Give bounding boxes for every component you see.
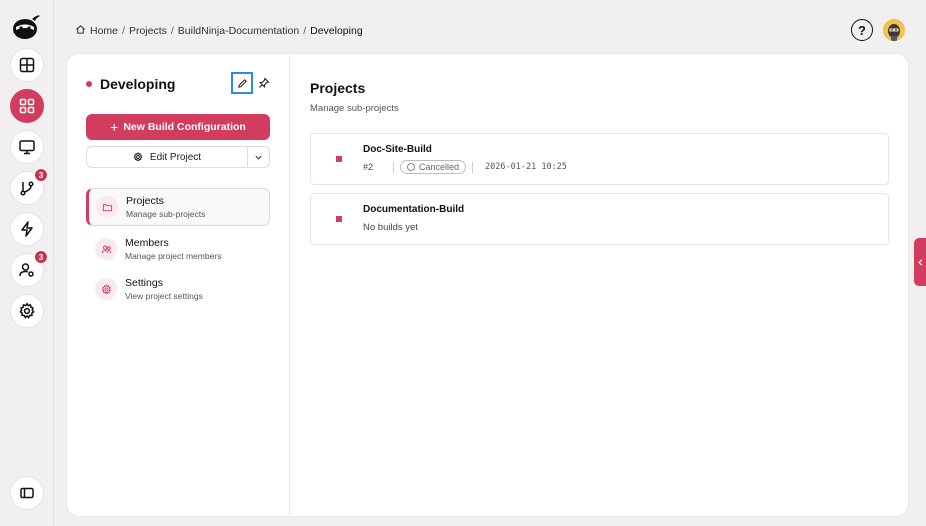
status-label: Cancelled bbox=[419, 162, 460, 172]
subprojects-panel: Projects Manage sub-projects Doc-Site-Bu… bbox=[310, 54, 890, 516]
home-icon[interactable] bbox=[75, 24, 86, 38]
sidebar-toggle-icon bbox=[20, 487, 34, 499]
sidebar-rail: 3 3 bbox=[0, 0, 54, 526]
nav-item-projects[interactable]: Projects Manage sub-projects bbox=[86, 188, 270, 226]
status-dot bbox=[86, 81, 92, 87]
breadcrumb-home[interactable]: Home bbox=[90, 25, 118, 37]
agents-button[interactable] bbox=[10, 130, 44, 164]
cancelled-icon bbox=[407, 163, 415, 171]
breadcrumb-separator: / bbox=[122, 25, 125, 37]
lightning-icon bbox=[21, 221, 33, 237]
plus-icon: + bbox=[110, 119, 119, 135]
help-button[interactable]: ? bbox=[851, 19, 873, 41]
breadcrumb-current: Developing bbox=[310, 25, 363, 37]
vcs-badge: 3 bbox=[34, 168, 48, 182]
dashboard-button[interactable] bbox=[10, 48, 44, 82]
chevron-left-icon bbox=[917, 258, 922, 266]
new-build-label: New Build Configuration bbox=[123, 121, 246, 133]
collapse-sidebar-button[interactable] bbox=[10, 476, 44, 510]
breadcrumb-projects[interactable]: Projects bbox=[129, 25, 167, 37]
build-timestamp: 2026-01-21 10:25 bbox=[485, 162, 567, 172]
nav-subtitle: Manage project members bbox=[125, 251, 222, 261]
projects-button[interactable] bbox=[10, 89, 44, 123]
subproject-name[interactable]: Documentation-Build bbox=[363, 204, 464, 215]
nav-title: Members bbox=[125, 237, 169, 249]
nav-item-text: Members Manage project members bbox=[125, 237, 221, 261]
users-button[interactable]: 3 bbox=[10, 250, 48, 287]
gear-icon bbox=[19, 302, 35, 319]
build-number[interactable]: #2 bbox=[363, 162, 393, 172]
logo-icon[interactable] bbox=[10, 10, 42, 42]
builds-button[interactable] bbox=[10, 212, 44, 246]
divider bbox=[393, 161, 394, 173]
subproject-card[interactable]: Doc-Site-Build #2 Cancelled 2026-01-21 1… bbox=[310, 133, 889, 185]
pin-icon bbox=[258, 77, 270, 89]
status-badge: Cancelled bbox=[400, 160, 467, 174]
divider bbox=[472, 161, 474, 173]
breadcrumb-separator: / bbox=[170, 25, 174, 37]
breadcrumb-parent-project[interactable]: BuildNinja-Documentation bbox=[178, 25, 299, 37]
user-settings-icon bbox=[19, 263, 34, 277]
nav-subtitle: View project settings bbox=[125, 291, 203, 301]
help-icon: ? bbox=[858, 22, 866, 38]
edit-project-split-button: Edit Project bbox=[86, 146, 270, 168]
edit-name-button[interactable] bbox=[231, 72, 253, 94]
users-icon bbox=[95, 238, 117, 260]
users-badge: 3 bbox=[34, 250, 48, 264]
nav-title: Projects bbox=[126, 195, 164, 207]
project-name: Developing bbox=[100, 76, 176, 92]
status-square bbox=[336, 216, 342, 222]
pin-button[interactable] bbox=[255, 74, 273, 92]
nav-item-settings[interactable]: Settings View project settings bbox=[86, 270, 270, 308]
gear-icon bbox=[95, 278, 117, 300]
breadcrumb-separator: / bbox=[303, 25, 307, 37]
breadcrumb: Home / Projects / BuildNinja-Documentati… bbox=[75, 24, 363, 38]
empty-builds-text: No builds yet bbox=[363, 222, 418, 233]
settings-button[interactable] bbox=[10, 294, 44, 328]
monitor-icon bbox=[19, 140, 35, 155]
folder-icon bbox=[96, 196, 118, 218]
page-title: Projects bbox=[310, 80, 366, 96]
status-square bbox=[336, 156, 342, 162]
layout-icon bbox=[19, 57, 35, 73]
nav-title: Settings bbox=[125, 277, 163, 289]
subproject-card[interactable]: Documentation-Build No builds yet bbox=[310, 193, 889, 245]
build-meta: #2 Cancelled 2026-01-21 10:25 bbox=[363, 160, 567, 174]
edit-project-dropdown[interactable] bbox=[247, 147, 269, 167]
edit-project-button[interactable]: Edit Project bbox=[87, 147, 247, 167]
nav-subtitle: Manage sub-projects bbox=[126, 209, 206, 219]
nav-item-text: Settings View project settings bbox=[125, 277, 203, 301]
pencil-icon bbox=[237, 78, 247, 88]
vcs-button[interactable]: 3 bbox=[10, 168, 48, 205]
chevron-down-icon bbox=[255, 155, 262, 160]
main-card: Developing + New Build Configuration Edi… bbox=[67, 54, 908, 516]
nav-item-text: Projects Manage sub-projects bbox=[126, 195, 205, 219]
gear-icon bbox=[133, 152, 143, 162]
expand-panel-tab[interactable] bbox=[914, 238, 926, 286]
new-build-configuration-button[interactable]: + New Build Configuration bbox=[86, 114, 270, 140]
edit-project-label: Edit Project bbox=[149, 151, 202, 163]
page-subtitle: Manage sub-projects bbox=[310, 103, 399, 114]
subproject-name[interactable]: Doc-Site-Build bbox=[363, 144, 432, 155]
project-sidebar: Developing + New Build Configuration Edi… bbox=[67, 54, 290, 516]
project-header: Developing bbox=[86, 76, 175, 92]
nav-item-members[interactable]: Members Manage project members bbox=[86, 230, 270, 268]
git-branch-icon bbox=[20, 181, 34, 196]
avatar[interactable] bbox=[883, 19, 905, 41]
grid-icon bbox=[19, 98, 35, 114]
